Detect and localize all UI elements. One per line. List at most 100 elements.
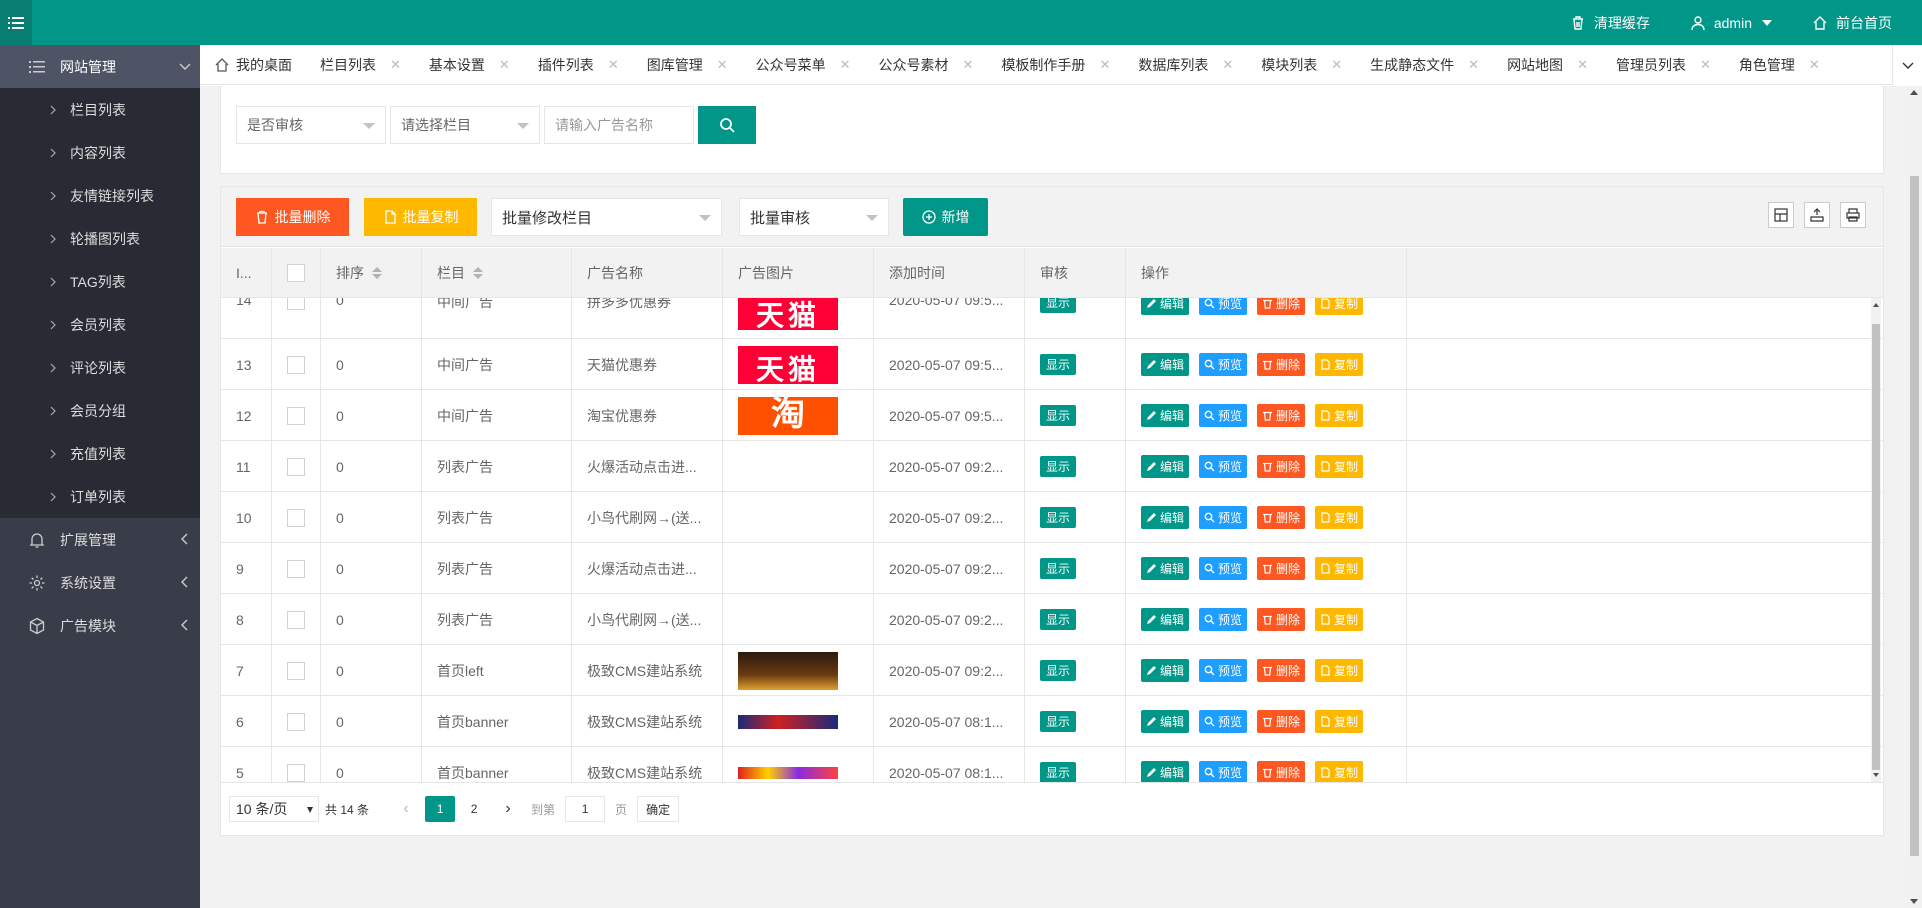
next-page-button[interactable]: › — [493, 796, 523, 822]
sidebar-item-carousel[interactable]: 轮播图列表 — [0, 217, 200, 260]
edit-button[interactable]: 编辑 — [1141, 761, 1190, 782]
preview-button[interactable]: 预览 — [1199, 761, 1248, 782]
user-menu[interactable]: admin — [1690, 15, 1772, 31]
scroll-up-icon[interactable] — [1910, 90, 1918, 95]
status-badge[interactable]: 显示 — [1040, 660, 1077, 681]
sidebar-item-content[interactable]: 内容列表 — [0, 131, 200, 174]
scrollbar-thumb[interactable] — [1872, 324, 1880, 770]
print-button[interactable] — [1840, 202, 1866, 228]
tab-wechat-menu[interactable]: 公众号菜单 ✕ — [742, 45, 865, 85]
copy-button[interactable]: 复制 — [1315, 659, 1364, 682]
delete-button[interactable]: 删除 — [1257, 710, 1306, 733]
edit-button[interactable]: 编辑 — [1141, 455, 1190, 478]
preview-button[interactable]: 预览 — [1199, 404, 1248, 427]
copy-button[interactable]: 复制 — [1315, 455, 1364, 478]
edit-button[interactable]: 编辑 — [1141, 608, 1190, 631]
row-checkbox[interactable] — [287, 610, 305, 629]
copy-button[interactable]: 复制 — [1315, 608, 1364, 631]
header-id[interactable]: I... — [221, 248, 272, 298]
ad-image[interactable]: 天猫 — [738, 345, 838, 384]
tab-modules[interactable]: 模块列表 ✕ — [1247, 45, 1356, 85]
status-badge[interactable]: 显示 — [1040, 298, 1077, 313]
row-checkbox[interactable] — [287, 559, 305, 578]
close-icon[interactable]: ✕ — [1577, 57, 1588, 73]
sidebar-group-ads[interactable]: 广告模块 — [0, 604, 200, 647]
sidebar-item-comments[interactable]: 评论列表 — [0, 346, 200, 389]
delete-button[interactable]: 删除 — [1257, 298, 1306, 315]
close-icon[interactable]: ✕ — [1222, 57, 1233, 73]
preview-button[interactable]: 预览 — [1199, 506, 1248, 529]
column-select[interactable]: 请选择栏目 — [390, 106, 540, 144]
copy-button[interactable]: 复制 — [1315, 353, 1364, 376]
status-badge[interactable]: 显示 — [1040, 711, 1077, 732]
copy-button[interactable]: 复制 — [1315, 404, 1364, 427]
preview-button[interactable]: 预览 — [1199, 710, 1248, 733]
search-button[interactable] — [698, 106, 756, 144]
delete-button[interactable]: 删除 — [1257, 455, 1306, 478]
sidebar-item-members[interactable]: 会员列表 — [0, 303, 200, 346]
copy-button[interactable]: 复制 — [1315, 298, 1364, 315]
close-icon[interactable]: ✕ — [1468, 57, 1479, 73]
close-icon[interactable]: ✕ — [1809, 57, 1820, 73]
ad-name-input[interactable]: 请输入广告名称 — [544, 106, 694, 144]
row-checkbox[interactable] — [287, 457, 305, 476]
edit-button[interactable]: 编辑 — [1141, 353, 1190, 376]
batch-copy-button[interactable]: 批量复制 — [364, 198, 477, 236]
page-scrollbar[interactable] — [1906, 86, 1922, 908]
prev-page-button[interactable]: ‹ — [391, 796, 421, 822]
delete-button[interactable]: 删除 — [1257, 608, 1306, 631]
sidebar-item-links[interactable]: 友情链接列表 — [0, 174, 200, 217]
row-checkbox[interactable] — [287, 406, 305, 425]
copy-button[interactable]: 复制 — [1315, 557, 1364, 580]
ad-image[interactable] — [738, 703, 838, 741]
batch-column-select[interactable]: 批量修改栏目 — [491, 198, 722, 236]
copy-button[interactable]: 复制 — [1315, 761, 1364, 782]
status-badge[interactable]: 显示 — [1040, 456, 1077, 477]
close-icon[interactable]: ✕ — [963, 57, 974, 73]
tab-gallery[interactable]: 图库管理 ✕ — [633, 45, 742, 85]
tab-sitemap[interactable]: 网站地图 ✕ — [1493, 45, 1602, 85]
tab-roles[interactable]: 角色管理 ✕ — [1725, 45, 1834, 85]
status-badge[interactable]: 显示 — [1040, 558, 1077, 579]
scrollbar-thumb[interactable] — [1910, 176, 1919, 856]
preview-button[interactable]: 预览 — [1199, 353, 1248, 376]
delete-button[interactable]: 删除 — [1257, 506, 1306, 529]
page-2-button[interactable]: 2 — [459, 796, 489, 822]
ad-image[interactable] — [738, 651, 838, 690]
sidebar-group-settings[interactable]: 系统设置 — [0, 561, 200, 604]
status-badge[interactable]: 显示 — [1040, 405, 1077, 426]
close-icon[interactable]: ✕ — [1331, 57, 1342, 73]
edit-button[interactable]: 编辑 — [1141, 506, 1190, 529]
sidebar-item-member-groups[interactable]: 会员分组 — [0, 389, 200, 432]
delete-button[interactable]: 删除 — [1257, 557, 1306, 580]
close-icon[interactable]: ✕ — [717, 57, 728, 73]
copy-button[interactable]: 复制 — [1315, 506, 1364, 529]
tab-basic-settings[interactable]: 基本设置 ✕ — [415, 45, 524, 85]
tab-database[interactable]: 数据库列表 ✕ — [1124, 45, 1247, 85]
copy-button[interactable]: 复制 — [1315, 710, 1364, 733]
preview-button[interactable]: 预览 — [1199, 608, 1248, 631]
status-badge[interactable]: 显示 — [1040, 507, 1077, 528]
export-button[interactable] — [1804, 202, 1830, 228]
sidebar-item-tags[interactable]: TAG列表 — [0, 260, 200, 303]
status-badge[interactable]: 显示 — [1040, 354, 1077, 375]
close-icon[interactable]: ✕ — [1099, 57, 1110, 73]
sort-icon[interactable] — [473, 267, 483, 279]
add-button[interactable]: 新增 — [903, 198, 988, 236]
ad-image[interactable]: 天猫 — [738, 298, 838, 330]
page-size-select[interactable]: 10 条/页 — [229, 796, 319, 822]
row-checkbox[interactable] — [287, 763, 305, 782]
edit-button[interactable]: 编辑 — [1141, 298, 1190, 315]
scroll-down-icon[interactable] — [1910, 899, 1918, 904]
frontend-home-link[interactable]: 前台首页 — [1812, 13, 1892, 33]
preview-button[interactable]: 预览 — [1199, 659, 1248, 682]
edit-button[interactable]: 编辑 — [1141, 404, 1190, 427]
status-badge[interactable]: 显示 — [1040, 762, 1077, 782]
sidebar-item-recharge[interactable]: 充值列表 — [0, 432, 200, 475]
close-icon[interactable]: ✕ — [390, 57, 401, 73]
goto-page-input[interactable]: 1 — [565, 796, 606, 822]
sidebar-item-orders[interactable]: 订单列表 — [0, 475, 200, 518]
audit-select[interactable]: 是否审核 — [236, 106, 386, 144]
tab-plugins[interactable]: 插件列表 ✕ — [524, 45, 633, 85]
table-scrollbar[interactable] — [1871, 298, 1881, 782]
